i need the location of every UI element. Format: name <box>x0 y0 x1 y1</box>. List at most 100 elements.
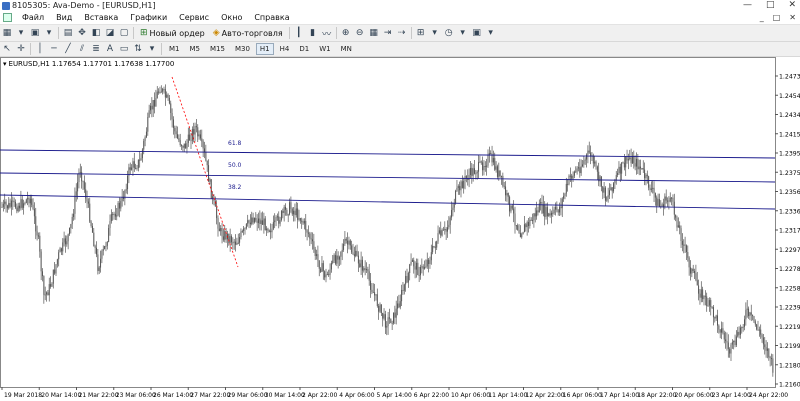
vertical-line-icon[interactable]: │ <box>34 43 46 56</box>
cursor-icon[interactable]: ↖ <box>1 43 13 56</box>
candle-body <box>91 225 93 233</box>
timeframe-m30[interactable]: M30 <box>231 43 254 55</box>
candle-body <box>722 328 724 333</box>
candle-body <box>39 235 41 252</box>
candle-body <box>341 249 343 252</box>
price-tick-label: 1.24735 <box>779 74 800 81</box>
zoom-out-icon[interactable]: ⊖ <box>354 27 366 40</box>
menu-insert[interactable]: Вставка <box>78 13 124 22</box>
dropdown-icon[interactable]: ▾ <box>429 27 441 40</box>
dropdown-icon[interactable]: ▾ <box>15 27 27 40</box>
dropdown-icon[interactable]: ▾ <box>457 27 469 40</box>
candle-body <box>424 267 426 269</box>
candle-body <box>679 225 681 229</box>
candlestick-icon[interactable]: ▮ <box>307 27 319 40</box>
mdi-minimize-button[interactable]: _ <box>760 13 764 22</box>
mdi-restore-button[interactable]: □ <box>773 13 781 22</box>
horizontal-line-icon[interactable]: ─ <box>48 43 60 56</box>
periods-icon[interactable]: ◷ <box>443 27 455 40</box>
candle-body <box>517 225 519 231</box>
fibonacci-icon[interactable]: ≣ <box>90 43 102 56</box>
menu-tools[interactable]: Сервис <box>173 13 215 22</box>
timeframe-h4[interactable]: H4 <box>276 43 294 55</box>
auto-trading-button[interactable]: ◈ Авто-торговля <box>210 27 286 40</box>
candle-body <box>260 220 262 224</box>
timeframe-d1[interactable]: D1 <box>295 43 313 55</box>
candle-body <box>734 340 736 346</box>
profiles-icon[interactable]: ▣ <box>29 27 41 40</box>
new-order-label: Новый ордер <box>149 28 205 38</box>
auto-scroll-icon[interactable]: ⇢ <box>396 27 408 40</box>
timeframe-m15[interactable]: M15 <box>206 43 229 55</box>
line-chart-icon[interactable]: 〰 <box>321 27 333 40</box>
candle-body <box>82 181 84 183</box>
candle-body <box>699 293 701 298</box>
candle-body <box>154 100 156 107</box>
text-icon[interactable]: A <box>104 43 116 56</box>
terminal-icon[interactable]: ◪ <box>104 27 116 40</box>
timeframe-mn[interactable]: MN <box>337 43 356 55</box>
candle-body <box>313 241 315 250</box>
candle-body <box>79 171 81 173</box>
timeframe-h1[interactable]: H1 <box>255 43 274 55</box>
candle-body <box>167 94 169 98</box>
trendline-icon[interactable]: ╱ <box>62 43 74 56</box>
text-label-icon[interactable]: ▭ <box>118 43 130 56</box>
candle-body <box>638 166 640 170</box>
candle-body <box>298 218 300 220</box>
tile-windows-icon[interactable]: ▦ <box>368 27 380 40</box>
candle-body <box>195 126 197 128</box>
timeframe-m1[interactable]: M1 <box>165 43 184 55</box>
candle-body <box>436 241 438 248</box>
bar-chart-icon[interactable]: ┃ <box>293 27 305 40</box>
menu-view[interactable]: Вид <box>50 13 78 22</box>
timeframe-m5[interactable]: M5 <box>186 43 205 55</box>
menu-file[interactable]: Файл <box>16 13 50 22</box>
data-window-icon[interactable]: ◧ <box>90 27 102 40</box>
equidistant-channel-icon[interactable]: ⫽ <box>76 43 88 56</box>
mdi-close-button[interactable]: ✕ <box>789 13 796 22</box>
candle-body <box>375 294 377 296</box>
candle-body <box>378 305 380 312</box>
menu-help[interactable]: Справка <box>248 13 295 22</box>
menu-window[interactable]: Окно <box>215 13 248 22</box>
candle-body <box>507 193 509 197</box>
chart-canvas[interactable]: 1.24735 1.24540 1.24345 1.24150 1.23950 1.237… <box>0 57 800 401</box>
market-watch-icon[interactable]: ▤ <box>62 27 74 40</box>
price-tick-label: 1.22190 <box>779 324 800 331</box>
candle-body <box>529 219 531 226</box>
candle-body <box>548 213 550 217</box>
timeframe-w1[interactable]: W1 <box>315 43 334 55</box>
price-chart[interactable]: 1.24735 1.24540 1.24345 1.24150 1.23950 1.237… <box>0 57 800 401</box>
candle-body <box>460 181 462 191</box>
indicators-icon[interactable]: ⊞ <box>415 27 427 40</box>
zoom-in-icon[interactable]: ⊕ <box>340 27 352 40</box>
candle-body <box>190 140 192 142</box>
price-tick-label: 1.22390 <box>779 305 800 312</box>
strategy-tester-icon[interactable]: ▢ <box>118 27 130 40</box>
close-button[interactable]: ✕ <box>788 0 796 10</box>
candle-body <box>572 175 574 179</box>
new-order-button[interactable]: ⊞ Новый ордер <box>137 27 208 40</box>
dropdown-icon[interactable]: ▾ <box>485 27 497 40</box>
candle-body <box>394 312 396 318</box>
new-chart-icon[interactable]: ▦ <box>1 27 13 40</box>
minimize-button[interactable]: — <box>743 0 752 10</box>
navigator-icon[interactable]: ✥ <box>76 27 88 40</box>
candle-body <box>420 266 421 276</box>
candle-body <box>407 272 409 283</box>
candle-body <box>536 210 538 217</box>
arrows-icon[interactable]: ⇅ <box>132 43 144 56</box>
dropdown-icon[interactable]: ▾ <box>43 27 55 40</box>
candle-body <box>135 167 137 169</box>
candle-body <box>370 280 372 290</box>
crosshair-icon[interactable]: ✛ <box>15 43 27 56</box>
candle-body <box>361 259 363 271</box>
dropdown-icon[interactable]: ▾ <box>146 43 158 56</box>
menu-charts[interactable]: Графики <box>124 13 173 22</box>
chart-shift-icon[interactable]: ⇥ <box>382 27 394 40</box>
maximize-button[interactable]: □ <box>766 0 775 10</box>
templates-icon[interactable]: ▣ <box>471 27 483 40</box>
time-tick-label: 4 Apr 06:00 <box>339 392 374 399</box>
candle-body <box>90 221 92 226</box>
